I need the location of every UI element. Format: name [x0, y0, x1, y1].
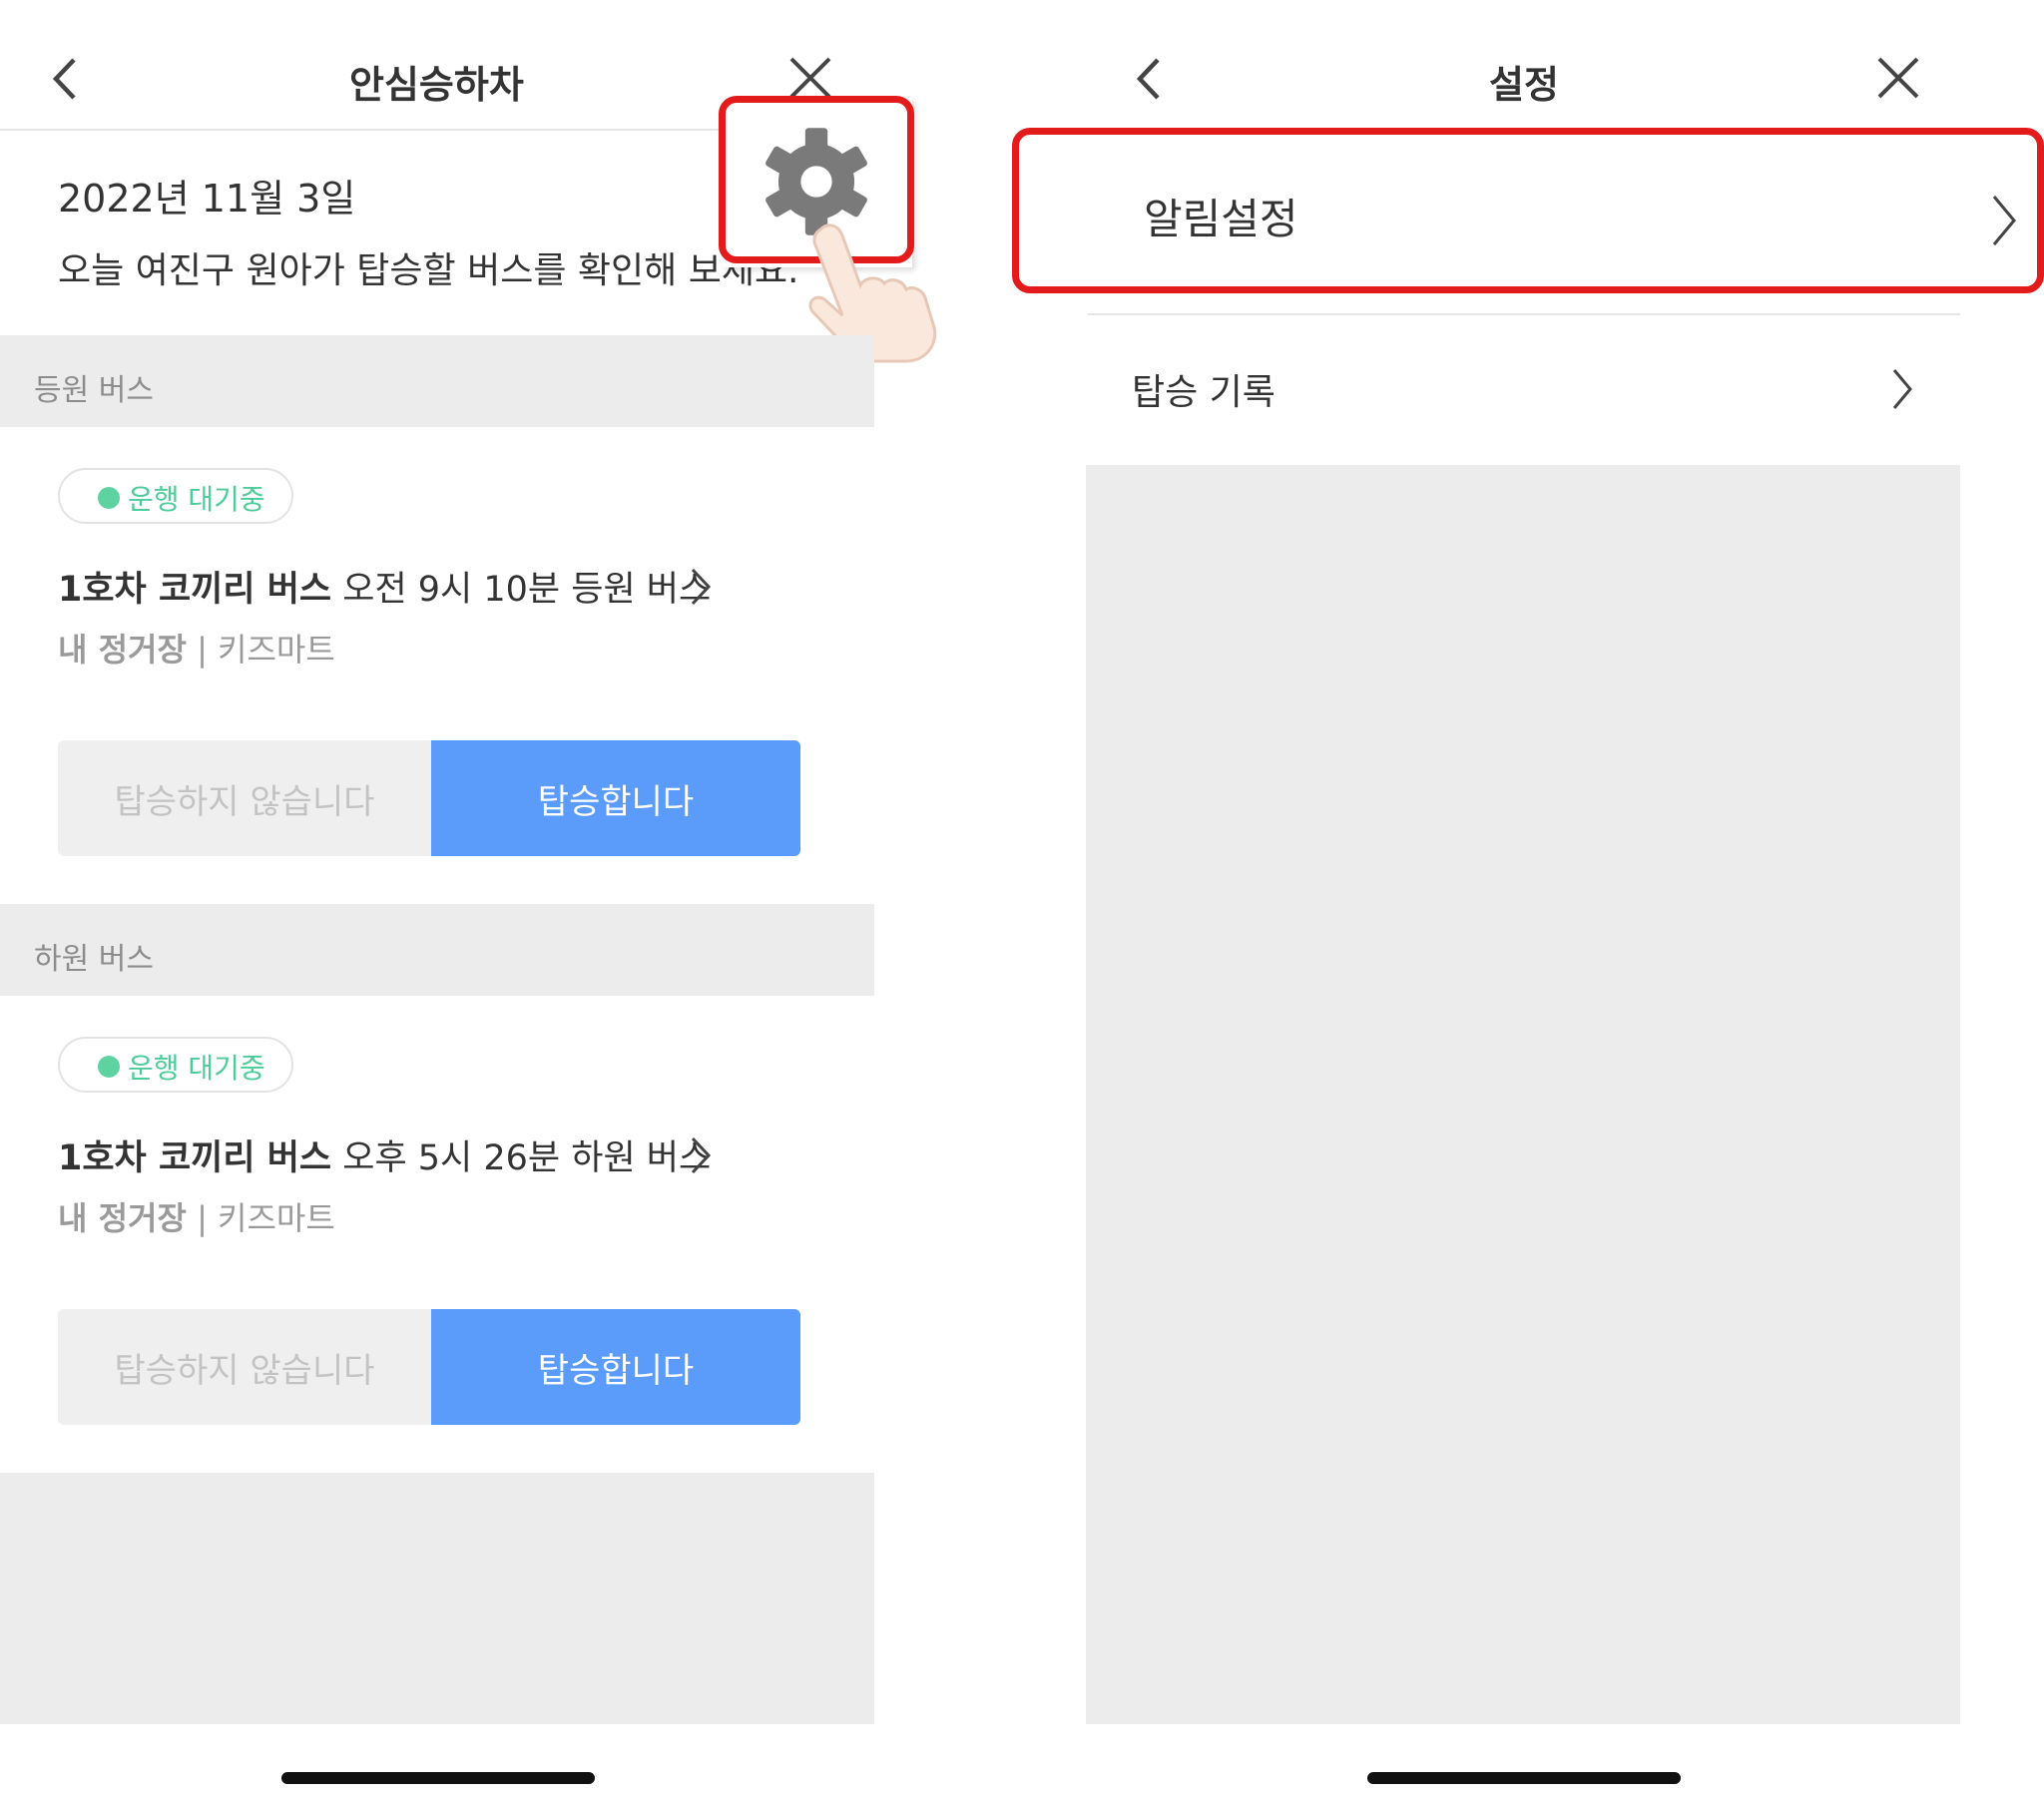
stop-name: 키즈마트: [218, 631, 335, 669]
stop-label: 내 정거장: [58, 1199, 187, 1237]
close-icon[interactable]: [788, 56, 832, 100]
stop-separator: |: [197, 631, 208, 669]
status-text: 운행 대기중: [128, 483, 265, 516]
bus-name: 1호차 코끼리 버스: [58, 570, 332, 610]
page-title: 안심승하차: [349, 63, 524, 107]
section-label: 하원 버스: [34, 942, 154, 977]
section-header-alighting: 하원 버스: [0, 904, 874, 996]
chevron-right-icon[interactable]: [689, 567, 713, 607]
boarding-history-item[interactable]: 탑승 기록: [1088, 315, 1960, 463]
status-dot-icon: [98, 1056, 120, 1078]
menu-item-label: 탑승 기록: [1132, 372, 1276, 413]
home-indicator[interactable]: [1367, 1772, 1681, 1784]
status-badge: 운행 대기중: [58, 468, 293, 524]
my-stop: 내 정거장 | 키즈마트: [58, 1193, 335, 1239]
stop-separator: |: [197, 1199, 208, 1237]
close-icon[interactable]: [1876, 56, 1920, 100]
section-header-boarding: 등원 버스: [0, 335, 874, 427]
empty-area: [1086, 465, 1960, 1724]
bus-info-link[interactable]: 1호차 코끼리 버스 오후 5시 26분 하원 버스: [58, 1129, 711, 1180]
status-text: 운행 대기중: [128, 1052, 265, 1085]
empty-area: [0, 1473, 874, 1724]
decline-boarding-button[interactable]: 탑승하지 않습니다: [58, 1309, 431, 1425]
bus-time: 오후 5시 26분 하원 버스: [342, 1138, 712, 1178]
bus-name: 1호차 코끼리 버스: [58, 1138, 332, 1178]
status-dot-icon: [98, 487, 120, 509]
chevron-right-icon: [1892, 369, 1912, 409]
chevron-right-icon[interactable]: [689, 1135, 713, 1175]
back-chevron-icon[interactable]: [48, 56, 82, 102]
my-stop: 내 정거장 | 키즈마트: [58, 625, 335, 671]
accept-boarding-button[interactable]: 탑승합니다: [431, 1309, 800, 1425]
bus-info-link[interactable]: 1호차 코끼리 버스 오전 9시 10분 등원 버스: [58, 561, 711, 612]
date-text: 2022년 11월 3일: [58, 177, 356, 221]
decline-boarding-button[interactable]: 탑승하지 않습니다: [58, 740, 431, 856]
right-screen: 설정 알림설정 탑승 기록: [1012, 0, 2044, 1803]
bus-time: 오전 9시 10분 등원 버스: [342, 570, 712, 610]
back-chevron-icon[interactable]: [1132, 56, 1166, 102]
stop-name: 키즈마트: [218, 1199, 335, 1237]
status-badge: 운행 대기중: [58, 1037, 293, 1093]
page-title: 설정: [1489, 63, 1559, 107]
stop-label: 내 정거장: [58, 631, 187, 669]
section-label: 등원 버스: [34, 373, 154, 408]
left-screen: 안심승하차 2022년 11월 3일 오늘 여진구 원아가 탑승할 버스를 확인…: [0, 0, 937, 1803]
accept-boarding-button[interactable]: 탑승합니다: [431, 740, 800, 856]
intro-message: 오늘 여진구 원아가 탑승할 버스를 확인해 보세요.: [58, 250, 799, 291]
home-indicator[interactable]: [281, 1772, 595, 1784]
notification-settings-highlight-box: [1012, 128, 2044, 293]
